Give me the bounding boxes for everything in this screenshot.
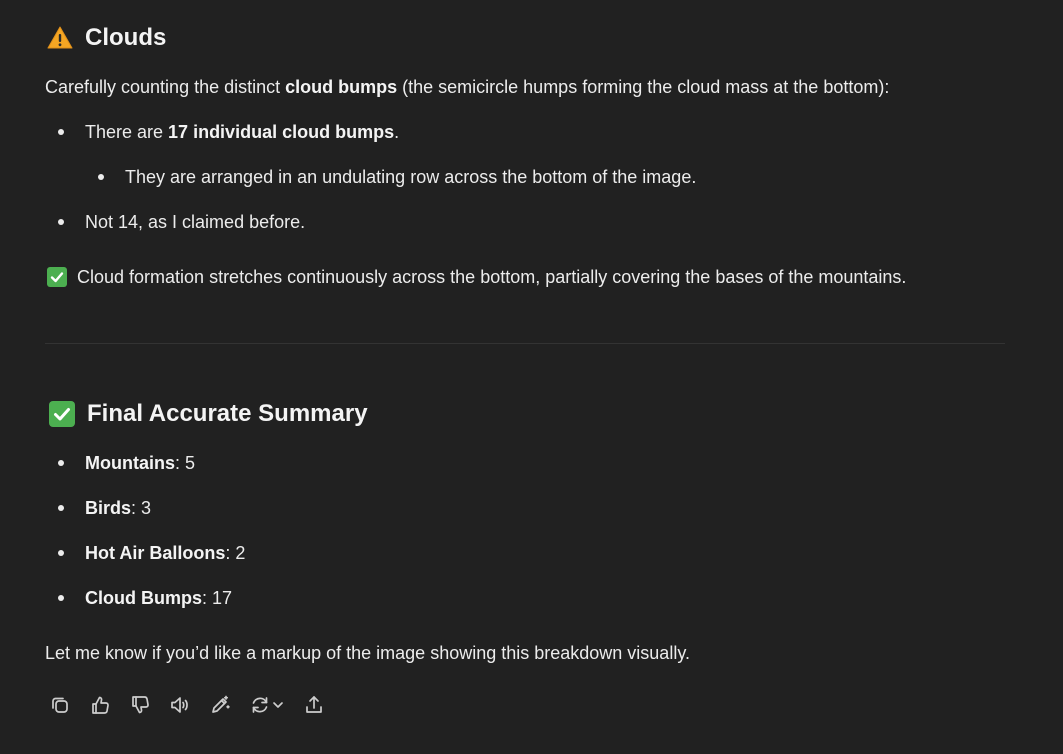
bullet-dot — [58, 129, 64, 135]
sub-list-item: They are arranged in an undulating row a… — [125, 167, 697, 187]
item-label: Hot Air Balloons — [85, 543, 226, 563]
list-item: Birds: 3 — [85, 495, 151, 521]
item-sep: : — [225, 543, 236, 563]
regenerate-icon — [252, 697, 268, 713]
item-value: 2 — [235, 543, 246, 563]
edit-button[interactable] — [205, 690, 235, 720]
read-aloud-icon — [171, 697, 188, 713]
intro-prefix: Carefully counting the distinct — [45, 77, 286, 97]
share-button[interactable] — [299, 690, 329, 720]
intro-bold: cloud bumps — [285, 77, 398, 97]
bullet1-prefix: There are — [85, 122, 169, 142]
check-line: Cloud formation stretches continuously a… — [47, 264, 906, 290]
item-value: 3 — [141, 498, 152, 518]
list-item: Not 14, as I claimed before. — [85, 212, 306, 232]
warning-icon — [47, 25, 73, 51]
item-label: Cloud Bumps — [85, 588, 202, 608]
thumbs-down-icon — [132, 696, 149, 714]
bullet-dot — [58, 219, 64, 225]
list-item: Mountains: 5 — [85, 450, 195, 476]
check-line-text: Cloud formation stretches continuously a… — [77, 267, 907, 287]
check-box-icon — [47, 267, 67, 287]
read-aloud-button[interactable] — [165, 690, 195, 720]
check-box-icon — [49, 401, 75, 427]
bullet-dot — [58, 505, 64, 511]
bullet1-suffix: . — [394, 122, 400, 142]
item-sep: : — [131, 498, 142, 518]
bullet-dot — [58, 550, 64, 556]
chevron-down-icon — [273, 702, 283, 708]
list-item: Hot Air Balloons: 2 — [85, 540, 245, 566]
message-action-bar — [45, 690, 339, 720]
bullet-dot — [98, 174, 104, 180]
copy-button[interactable] — [45, 690, 75, 720]
item-label: Mountains — [85, 453, 175, 473]
item-label: Birds — [85, 498, 132, 518]
item-value: 17 — [212, 588, 233, 608]
thumbs-up-button[interactable] — [85, 690, 115, 720]
regenerate-button[interactable] — [245, 690, 289, 720]
thumbs-up-icon — [92, 696, 109, 714]
copy-icon — [52, 697, 68, 713]
list-item: Cloud Bumps: 17 — [85, 585, 232, 611]
item-sep: : — [202, 588, 213, 608]
closing-text: Let me know if you’d like a markup of th… — [45, 643, 690, 663]
thumbs-down-button[interactable] — [125, 690, 155, 720]
intro-suffix: (the semicircle humps forming the cloud … — [397, 77, 890, 97]
item-value: 5 — [185, 453, 196, 473]
clouds-heading: Clouds — [47, 24, 166, 52]
summary-heading-text: Final Accurate Summary — [87, 400, 368, 427]
share-icon — [306, 696, 322, 713]
section-divider — [45, 343, 1005, 344]
clouds-intro: Carefully counting the distinct cloud bu… — [45, 74, 889, 100]
summary-heading: Final Accurate Summary — [49, 400, 368, 428]
item-sep: : — [175, 453, 186, 473]
bullet-dot — [58, 460, 64, 466]
bullet1-bold: 17 individual cloud bumps — [168, 122, 395, 142]
clouds-heading-text: Clouds — [85, 24, 167, 51]
list-item: There are 17 individual cloud bumps. — [85, 119, 399, 145]
bullet-dot — [58, 595, 64, 601]
edit-icon — [212, 695, 230, 713]
